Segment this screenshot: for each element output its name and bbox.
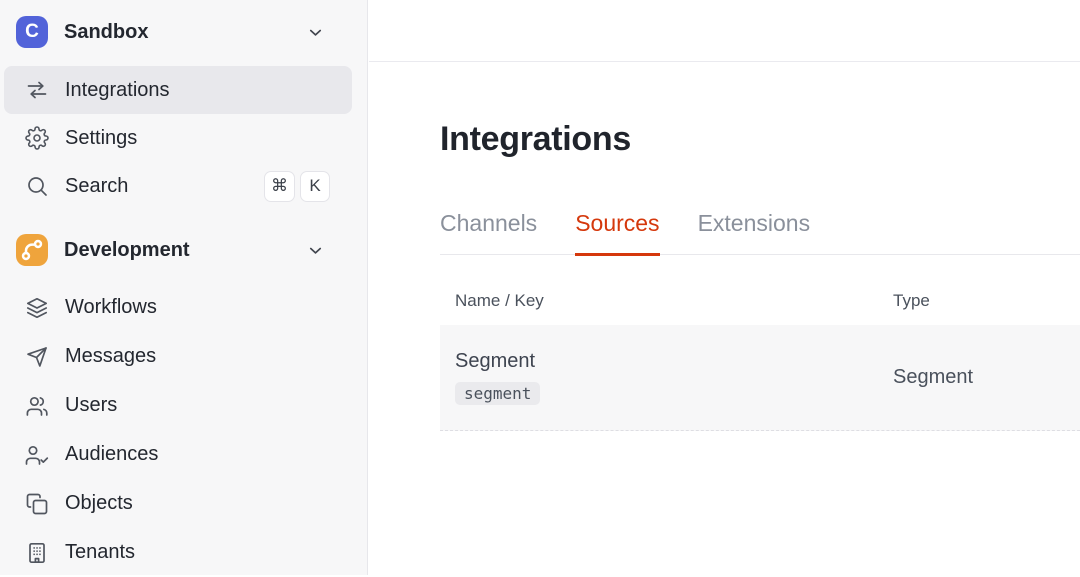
sidebar-item-label: Settings: [65, 126, 138, 149]
sidebar-item-workflows[interactable]: Workflows: [4, 283, 352, 332]
sidebar-item-label: Messages: [65, 345, 157, 367]
sidebar-item-label: Workflows: [65, 296, 157, 318]
sidebar-item-users[interactable]: Users: [4, 381, 352, 430]
column-header-type: Type: [893, 291, 930, 310]
search-shortcut: ⌘ K: [264, 170, 352, 202]
integrations-page: Integrations Channels Sources Extensions…: [440, 118, 1080, 431]
chevron-down-icon: [306, 23, 325, 42]
layers-icon: [25, 296, 49, 320]
sidebar-item-audiences[interactable]: Audiences: [4, 430, 352, 479]
building-icon: [25, 541, 49, 565]
sources-table: Name / Key Type Segment segment Segment: [440, 255, 1080, 431]
sidebar-item-settings[interactable]: Settings: [4, 114, 352, 162]
sidebar-item-objects[interactable]: Objects: [4, 479, 352, 528]
courier-logo: C: [16, 16, 48, 48]
copy-icon: [25, 492, 49, 516]
user-check-icon: [25, 443, 49, 467]
chevron-down-icon: [306, 241, 325, 260]
tab-sources[interactable]: Sources: [575, 210, 660, 256]
source-name: Segment: [455, 350, 536, 372]
sidebar-item-label: Users: [65, 394, 118, 416]
search-icon: [25, 174, 49, 198]
sidebar-item-integrations[interactable]: Integrations: [4, 66, 352, 114]
page-title: Integrations: [440, 120, 631, 158]
table-header: Name / Key Type: [440, 255, 1080, 325]
paper-plane-icon: [25, 345, 49, 369]
source-name-key-cell: Segment segment: [455, 350, 893, 405]
users-icon: [25, 394, 49, 418]
main-area: Integrations Channels Sources Extensions…: [369, 0, 1080, 575]
sidebar-item-label: Integrations: [65, 78, 170, 101]
branch-icon: [16, 234, 48, 266]
sidebar-item-label: Search: [65, 174, 129, 197]
gear-icon: [25, 126, 49, 150]
sidebar-nav-development: Workflows Messages Users Audiences Objec…: [0, 283, 367, 577]
tab-channels[interactable]: Channels: [440, 210, 537, 256]
source-key-badge: segment: [455, 382, 541, 405]
top-bar: [369, 0, 1080, 62]
section-label: Development: [64, 238, 190, 261]
sidebar-item-label: Tenants: [65, 541, 136, 563]
sidebar: C Sandbox Integrations Settings Search ⌘…: [0, 0, 368, 575]
sidebar-nav-top: Integrations Settings Search ⌘ K: [0, 66, 367, 210]
column-header-name-key: Name / Key: [455, 291, 544, 310]
sidebar-item-messages[interactable]: Messages: [4, 332, 352, 381]
workspace-label: Sandbox: [64, 20, 149, 43]
integrations-tabs: Channels Sources Extensions: [440, 210, 1080, 256]
k-key-badge: K: [300, 170, 330, 202]
tab-extensions[interactable]: Extensions: [698, 210, 811, 256]
table-row[interactable]: Segment segment Segment: [440, 325, 1080, 431]
workspace-switcher-sandbox[interactable]: C Sandbox: [0, 12, 367, 52]
sidebar-item-label: Audiences: [65, 443, 159, 465]
sidebar-item-search[interactable]: Search ⌘ K: [4, 162, 352, 210]
sidebar-item-tenants[interactable]: Tenants: [4, 528, 352, 577]
command-key-badge: ⌘: [264, 170, 295, 202]
swap-arrows-icon: [25, 78, 49, 102]
source-type-cell: Segment: [893, 366, 974, 388]
sidebar-item-label: Objects: [65, 492, 133, 514]
workspace-section-development[interactable]: Development: [0, 227, 367, 273]
